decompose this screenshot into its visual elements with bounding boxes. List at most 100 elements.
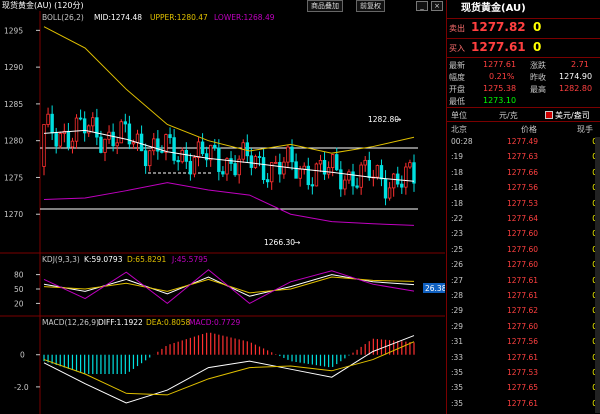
boll-upper-line [43, 26, 415, 154]
macd-dea: DEA:0.8058 [146, 318, 191, 327]
candle-body [54, 132, 58, 147]
candle-body [261, 157, 266, 181]
candle-body [339, 169, 343, 190]
unit-cny[interactable]: 元/克 [499, 110, 518, 121]
candle-body [176, 159, 180, 163]
candle-body [249, 155, 254, 168]
tick-row[interactable]: :291277.620 [447, 306, 600, 318]
y-tick-label: 1285 [4, 100, 23, 109]
macd-diff: DIFF:1.1922 [98, 318, 143, 327]
candle-body [274, 162, 278, 164]
tick-row[interactable]: :261277.600 [447, 260, 600, 272]
tick-time: :29 [451, 306, 464, 316]
unit-checkbox[interactable] [545, 111, 553, 119]
candle-body [233, 163, 237, 176]
candle-body [123, 121, 128, 125]
chart-title: 现货黄金(AU) (120分) [2, 1, 84, 10]
tick-price: 1277.61 [507, 352, 539, 362]
candle-body [172, 137, 176, 161]
candle-body [204, 153, 209, 161]
tick-row[interactable]: :181277.530 [447, 199, 600, 211]
boll-upper: UPPER:1280.47 [150, 13, 208, 22]
boll-lower-line [43, 182, 415, 226]
candle-body [180, 149, 184, 163]
kdj-k-line [43, 274, 415, 297]
candle-body [383, 178, 388, 199]
minimize-button[interactable]: _ [416, 1, 428, 11]
boll-lower: LOWER:1268.49 [214, 13, 275, 22]
candle-body [135, 133, 140, 143]
buy-row[interactable]: 买入 1277.61 0 [447, 38, 600, 57]
col-volume: 现手 [577, 125, 593, 134]
sell-row[interactable]: 卖出 1277.82 0 [447, 19, 600, 37]
tick-row[interactable]: :351277.610 [447, 399, 600, 411]
unit-row: 单位 元/克 美元/盎司 [447, 107, 600, 122]
tick-row[interactable]: :331277.610 [447, 353, 600, 365]
tick-price: 1277.63 [507, 152, 539, 162]
candle-body [188, 160, 193, 175]
tick-row[interactable]: :181277.660 [447, 168, 600, 180]
boll-mid: MID:1274.48 [94, 13, 142, 22]
candle-body [387, 187, 392, 199]
y-tick-label: 50 [14, 285, 24, 294]
tick-time: :18 [451, 183, 464, 193]
kdj-label: KDJ(9,3,3) [42, 255, 80, 264]
tick-row[interactable]: :221277.640 [447, 214, 600, 226]
candle-body [265, 179, 270, 183]
tick-price: 1277.61 [507, 398, 539, 408]
chart-area[interactable]: BOLL(26,2) MID:1274.48 UPPER:1280.47 LOW… [0, 11, 445, 414]
tick-row[interactable]: :281277.610 [447, 291, 600, 303]
tick-time: :35 [451, 383, 464, 393]
tick-row[interactable]: :291277.600 [447, 322, 600, 334]
tick-price: 1277.60 [507, 260, 539, 270]
candle-body [400, 183, 404, 188]
high-arrow: → [395, 115, 401, 124]
candle-body [78, 117, 83, 120]
tick-row[interactable]: :271277.610 [447, 276, 600, 288]
candle-body [209, 144, 213, 161]
tick-price: 1277.65 [507, 383, 539, 393]
macd-value: MACD:0.7729 [189, 318, 240, 327]
tick-row[interactable]: :351277.650 [447, 383, 600, 395]
candle-body [404, 166, 408, 188]
tick-row[interactable]: :251277.600 [447, 245, 600, 257]
unit-usd[interactable]: 美元/盎司 [555, 110, 590, 121]
tick-price: 1277.61 [507, 275, 539, 285]
kdj-k: K:59.0793 [84, 255, 123, 264]
candle-body [290, 146, 294, 163]
candle-body [355, 185, 359, 188]
quote-row: 最新 1277.61 涨跌 2.71 [449, 60, 589, 70]
y-tick-label: 1270 [4, 210, 23, 219]
panel-title: 现货黄金(AU) [447, 0, 600, 19]
tick-row[interactable]: :231277.600 [447, 229, 600, 241]
tick-row[interactable]: :311277.560 [447, 337, 600, 349]
y-tick-label: 1280 [4, 137, 23, 146]
candle-body [74, 117, 79, 142]
buy-qty: 0 [533, 40, 542, 54]
tick-row[interactable]: :181277.560 [447, 183, 600, 195]
quote-row: 开盘 1275.38 最高 1282.80 [449, 84, 593, 94]
tick-time: :25 [451, 244, 464, 254]
unit-label: 单位 [451, 111, 467, 120]
candle-body [152, 138, 156, 152]
candle-body [111, 131, 115, 147]
tick-row[interactable]: :351277.530 [447, 368, 600, 380]
y-tick-label: 1295 [4, 26, 23, 35]
tick-row[interactable]: :191277.630 [447, 152, 600, 164]
candle-body [168, 134, 172, 139]
candle-body [225, 158, 229, 175]
tick-time: :18 [451, 198, 464, 208]
candle-body [379, 165, 384, 180]
kline-chart[interactable]: BOLL(26,2) MID:1274.48 UPPER:1280.47 LOW… [0, 11, 445, 414]
candle-body [241, 142, 245, 160]
close-button[interactable]: × [431, 1, 443, 11]
tick-time: :27 [451, 275, 464, 285]
tick-time: :19 [451, 152, 464, 162]
quote-panel: 现货黄金(AU) 卖出 1277.82 0 买入 1277.61 0 最新 12… [446, 0, 600, 414]
candle-body [253, 156, 258, 168]
tick-scrollbar[interactable] [595, 137, 600, 413]
candle-body [408, 162, 412, 168]
tick-price: 1277.53 [507, 198, 539, 208]
tick-row[interactable]: 00:281277.490 [447, 137, 600, 149]
quote-row: 幅度 0.21% 昨收 1274.90 [449, 72, 593, 82]
